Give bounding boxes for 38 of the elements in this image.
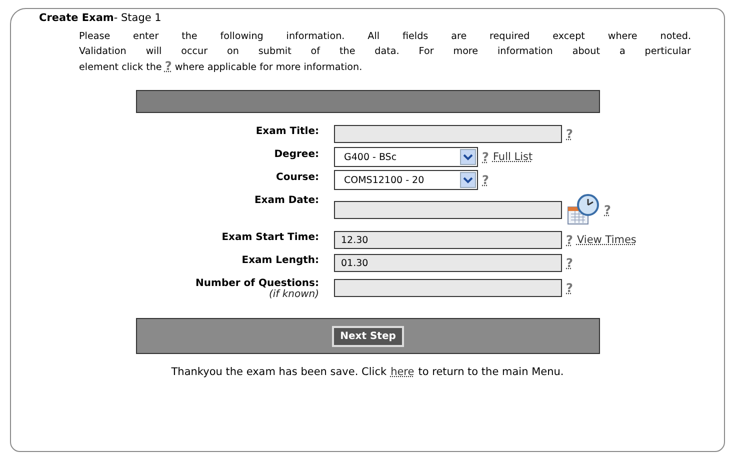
help-link[interactable]: ? (604, 203, 611, 217)
help-link[interactable]: ? (482, 173, 489, 187)
field-note: (if known) (268, 289, 319, 300)
caret-icon (460, 149, 476, 165)
input-field[interactable]: 12.30 (334, 231, 562, 249)
intro-text: Please enter the following information. All fields are required except where noted. (79, 30, 691, 44)
field-label: Degree: (274, 149, 319, 160)
field-label: Number of Questions: (196, 278, 319, 289)
here-link[interactable]: here (390, 366, 414, 378)
help-link[interactable]: Full List (492, 151, 533, 163)
footer-text: to return to the main Menu. (418, 366, 564, 378)
field-label: Course: (276, 172, 319, 183)
field-label: Exam Start Time: (222, 232, 319, 243)
help-link[interactable]: ? (482, 150, 489, 164)
input-field[interactable] (334, 201, 562, 219)
intro-text: Validation will occur on submit of the data. For more information about a perticular (79, 45, 691, 59)
intro-text: element click the (79, 61, 162, 75)
footer-text: Thankyou the exam has been save. Click (171, 366, 387, 378)
caret-icon (460, 172, 476, 188)
field-label: Exam Date: (254, 195, 319, 206)
field-label: Exam Length: (242, 255, 319, 266)
input-field[interactable] (334, 125, 562, 143)
help-link[interactable]: ? (566, 281, 573, 295)
input-field[interactable] (334, 279, 562, 297)
help-link[interactable]: ? (566, 256, 573, 270)
panel-subtitle: - Stage 1 (114, 12, 162, 24)
panel-title: Create Exam (39, 12, 114, 24)
next-step-button[interactable]: Next Step (332, 326, 404, 346)
help-link[interactable]: ? (566, 233, 573, 247)
select-dropdown[interactable]: G400 - BSc (334, 147, 478, 167)
field-label: Exam Title: (256, 126, 319, 137)
calendar-clock-icon[interactable] (566, 193, 600, 227)
help-link[interactable]: View Times (576, 234, 636, 246)
help-link[interactable]: ? (566, 127, 573, 141)
intro-text: where applicable for more information. (174, 61, 362, 75)
help-link[interactable]: ? (164, 59, 172, 73)
select-dropdown[interactable]: COMS12100 - 20 (334, 170, 478, 190)
input-field[interactable]: 01.30 (334, 254, 562, 272)
